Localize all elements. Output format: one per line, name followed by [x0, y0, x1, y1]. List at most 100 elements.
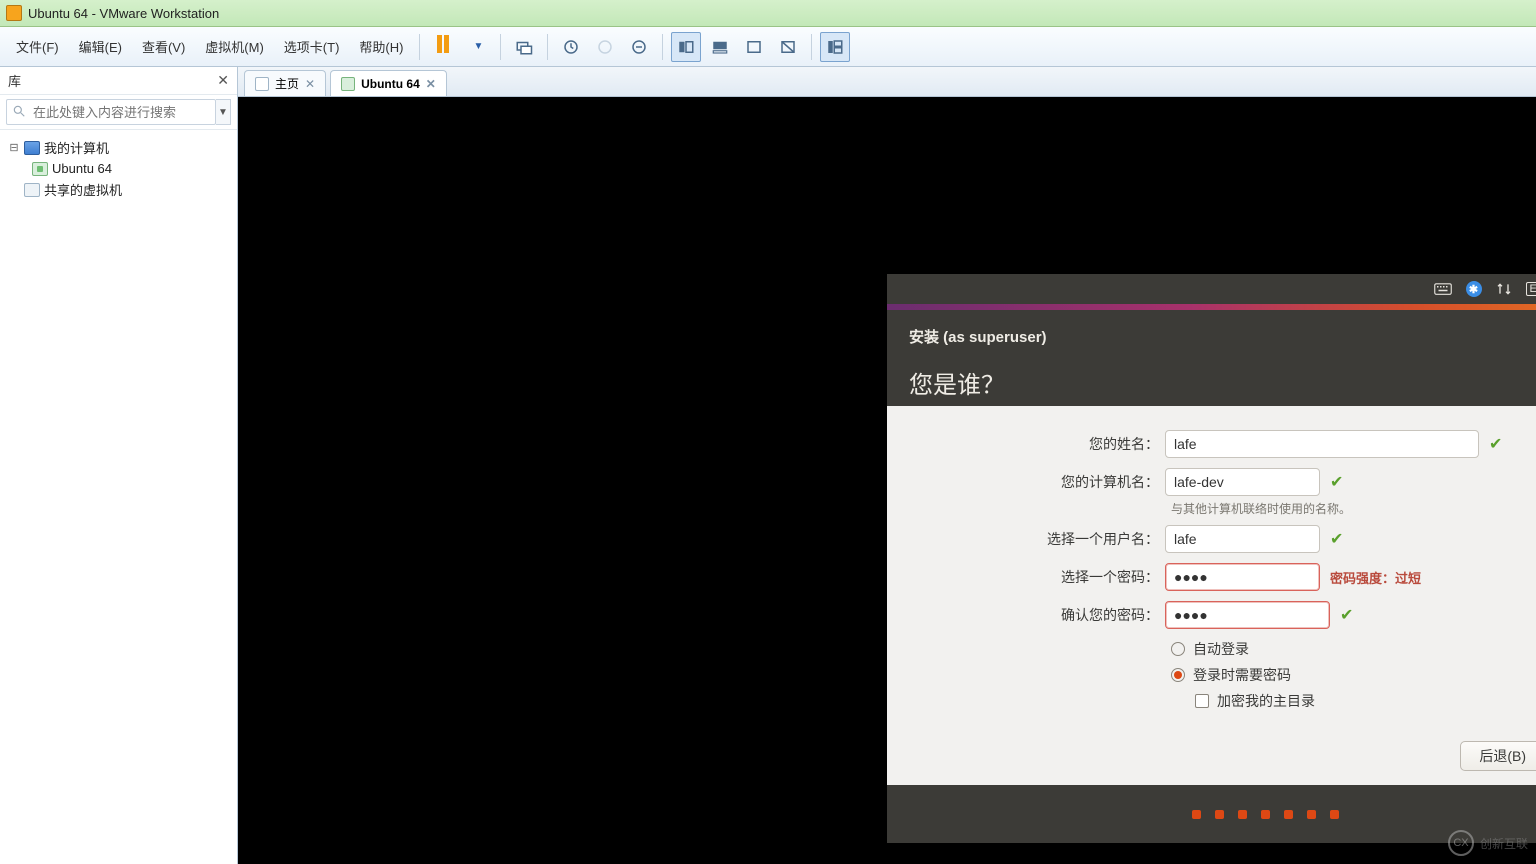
separator	[500, 34, 501, 60]
tab-label: Ubuntu 64	[361, 77, 420, 91]
tree-shared-vms[interactable]: 共享的虚拟机	[4, 178, 233, 201]
watermark-text: 创新互联	[1480, 835, 1528, 852]
unity-button[interactable]	[773, 32, 803, 62]
progress-dot	[1192, 810, 1201, 819]
label-username: 选择一个用户名：	[915, 529, 1165, 549]
ubuntu-header: 安装 (as superuser) 您是谁？	[887, 310, 1536, 406]
search-dropdown-button[interactable]: ▼	[216, 99, 231, 125]
menu-vm[interactable]: 虚拟机(M)	[197, 33, 272, 60]
label-password: 选择一个密码：	[915, 567, 1165, 587]
tree-label: Ubuntu 64	[52, 161, 112, 176]
send-ctrl-alt-del-button[interactable]	[509, 32, 539, 62]
tab-ubuntu64[interactable]: Ubuntu 64 ✕	[330, 70, 447, 96]
menu-help[interactable]: 帮助(H)	[351, 33, 411, 60]
content-area: 主页 ✕ Ubuntu 64 ✕ ✱ En	[238, 67, 1536, 864]
separator	[547, 34, 548, 60]
keyboard-icon[interactable]	[1434, 283, 1452, 295]
installer-progress-dots	[887, 785, 1536, 843]
progress-dot	[1261, 810, 1270, 819]
check-icon: ✔	[1330, 529, 1343, 549]
checkbox-icon	[1195, 694, 1209, 708]
installer-title: 您是谁？	[909, 365, 1536, 400]
snapshot-take-button[interactable]	[556, 32, 586, 62]
fullscreen-button[interactable]	[739, 32, 769, 62]
input-password[interactable]	[1165, 563, 1320, 591]
monitor-icon	[24, 141, 40, 155]
progress-dot	[1307, 810, 1316, 819]
check-icon: ✔	[1330, 472, 1343, 492]
sidebar-close-button[interactable]: ✕	[217, 72, 229, 89]
input-confirm-password[interactable]	[1165, 601, 1330, 629]
view-console-button[interactable]	[671, 32, 701, 62]
label-computer-name: 您的计算机名：	[915, 472, 1165, 492]
app-icon	[6, 5, 22, 21]
password-strength-label: 密码强度：过短	[1330, 568, 1421, 587]
tree-spacer	[8, 184, 20, 196]
language-indicator[interactable]: En	[1526, 282, 1536, 296]
window-title: Ubuntu 64 - VMware Workstation	[28, 6, 219, 21]
library-toggle-button[interactable]	[820, 32, 850, 62]
separator	[662, 34, 663, 60]
input-computer-name[interactable]	[1165, 468, 1320, 496]
power-dropdown[interactable]: ▼	[462, 32, 492, 62]
computer-name-hint: 与其他计算机联络时使用的名称。	[1171, 500, 1536, 517]
tab-home[interactable]: 主页 ✕	[244, 70, 326, 96]
view-thumbnail-button[interactable]	[705, 32, 735, 62]
sidebar-title: 库	[8, 71, 21, 90]
home-icon	[255, 77, 269, 91]
tab-label: 主页	[275, 75, 299, 92]
library-search-input[interactable]	[6, 99, 216, 125]
radio-icon	[1171, 642, 1185, 656]
menu-view[interactable]: 查看(V)	[134, 33, 193, 60]
radio-label: 自动登录	[1193, 639, 1249, 659]
tree-vm-ubuntu64[interactable]: Ubuntu 64	[4, 159, 233, 178]
vm-icon	[32, 162, 48, 176]
radio-require-password[interactable]: 登录时需要密码	[1171, 665, 1536, 685]
snapshot-manager-button[interactable]	[624, 32, 654, 62]
ubuntu-menubar: ✱ En	[887, 274, 1536, 304]
check-icon: ✔	[1489, 434, 1502, 454]
radio-icon-selected	[1171, 668, 1185, 682]
label-your-name: 您的姓名：	[915, 434, 1165, 454]
radio-label: 登录时需要密码	[1193, 665, 1291, 685]
progress-dot	[1284, 810, 1293, 819]
menubar: 文件(F) 编辑(E) 查看(V) 虚拟机(M) 选项卡(T) 帮助(H) ▼	[0, 27, 1536, 67]
menu-file[interactable]: 文件(F)	[8, 33, 67, 60]
back-button[interactable]: 后退(B)	[1460, 741, 1536, 771]
input-your-name[interactable]	[1165, 430, 1479, 458]
library-tree: ⊟ 我的计算机 Ubuntu 64 共享的虚拟机	[0, 130, 237, 207]
separator	[811, 34, 812, 60]
tree-collapse-icon[interactable]: ⊟	[8, 141, 20, 154]
snapshot-revert-button[interactable]	[590, 32, 620, 62]
library-sidebar: 库 ✕ ▼ ⊟ 我的计算机 Ubuntu 64	[0, 67, 238, 864]
tab-bar: 主页 ✕ Ubuntu 64 ✕	[238, 67, 1536, 97]
vm-icon	[341, 77, 355, 91]
checkbox-label: 加密我的主目录	[1217, 691, 1315, 711]
progress-dot	[1238, 810, 1247, 819]
label-confirm-password: 确认您的密码：	[915, 605, 1165, 625]
tab-close-button[interactable]: ✕	[426, 77, 436, 91]
input-username[interactable]	[1165, 525, 1320, 553]
separator	[419, 34, 420, 60]
menu-tabs[interactable]: 选项卡(T)	[276, 33, 348, 60]
watermark: CX 创新互联	[1448, 830, 1528, 856]
progress-dot	[1330, 810, 1339, 819]
installer-subheader: 安装 (as superuser)	[909, 326, 1536, 347]
watermark-logo-icon: CX	[1448, 830, 1474, 856]
tree-label: 我的计算机	[44, 138, 109, 157]
ubuntu-installer-window: ✱ En 安装 (as s	[887, 274, 1536, 843]
tree-label: 共享的虚拟机	[44, 180, 122, 199]
check-icon: ✔	[1340, 605, 1353, 625]
window-titlebar: Ubuntu 64 - VMware Workstation	[0, 0, 1536, 27]
vm-display[interactable]: ✱ En 安装 (as s	[238, 97, 1536, 864]
network-icon[interactable]	[1496, 282, 1512, 296]
menu-edit[interactable]: 编辑(E)	[71, 33, 130, 60]
checkbox-encrypt-home[interactable]: 加密我的主目录	[1195, 691, 1536, 711]
pause-button[interactable]	[428, 32, 458, 62]
tab-close-button[interactable]: ✕	[305, 77, 315, 91]
search-icon	[12, 104, 26, 123]
radio-auto-login[interactable]: 自动登录	[1171, 639, 1536, 659]
tree-my-computer[interactable]: ⊟ 我的计算机	[4, 136, 233, 159]
accessibility-icon[interactable]: ✱	[1466, 281, 1482, 297]
shared-icon	[24, 183, 40, 197]
